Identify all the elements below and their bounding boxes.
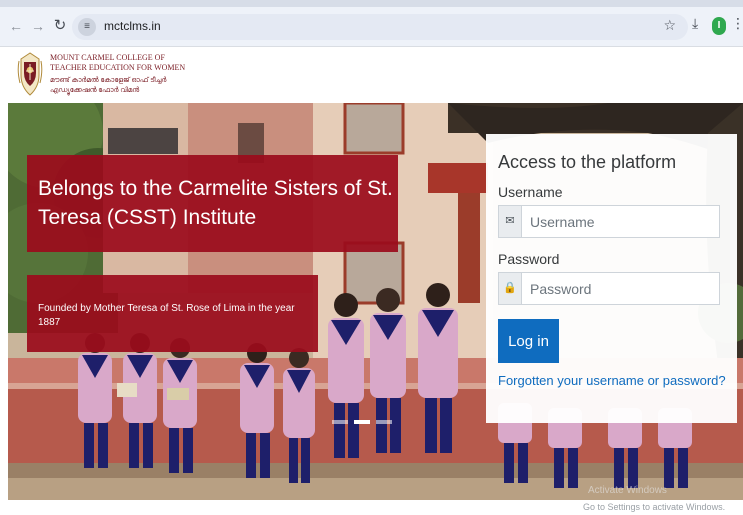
username-input-group: ✉ <box>498 205 720 238</box>
lock-icon: 🔒 <box>499 273 522 304</box>
password-input-group: 🔒 <box>498 272 720 305</box>
carousel-indicator-2[interactable] <box>354 420 370 424</box>
kebab-menu-icon[interactable]: ⋮ <box>731 15 743 32</box>
college-name-ml-line1: മൗണ്ട് കാർമൽ കോളേജ് ഓഫ് ടീച്ചർ <box>50 76 167 84</box>
college-name-ml-line2: എഡ്യൂക്കേഷൻ ഫോർ വിമൻ <box>50 86 140 94</box>
college-name-malayalam: മൗണ്ട് കാർമൽ കോളേജ് ഓഫ് ടീച്ചർ എഡ്യൂക്കേ… <box>50 75 166 95</box>
arrow-right-icon[interactable]: → <box>28 16 48 36</box>
hero-banner-title: Belongs to the Carmelite Sisters of St. … <box>27 155 398 252</box>
forgot-credentials-link[interactable]: Forgotten your username or password? <box>498 373 726 388</box>
activate-windows-note: Go to Settings to activate Windows. <box>583 502 726 512</box>
address-bar-url[interactable]: mctclms.in <box>104 19 161 33</box>
carousel-indicator-1[interactable] <box>332 420 348 424</box>
username-input[interactable] <box>522 206 719 237</box>
college-name-line2: TEACHER EDUCATION FOR WOMEN <box>50 63 186 72</box>
password-input[interactable] <box>522 273 719 304</box>
star-icon[interactable]: ☆ <box>663 17 676 34</box>
login-panel: Access to the platform Username ✉ Passwo… <box>486 134 737 423</box>
carousel-indicator-3[interactable] <box>376 420 392 424</box>
college-name-line1: MOUNT CARMEL COLLEGE OF <box>50 53 165 62</box>
profile-avatar[interactable]: I <box>712 17 726 35</box>
username-label: Username <box>498 184 563 200</box>
reload-icon[interactable]: ↻ <box>50 16 70 36</box>
college-name: MOUNT CARMEL COLLEGE OF TEACHER EDUCATIO… <box>50 53 185 73</box>
envelope-icon: ✉ <box>499 206 522 237</box>
browser-toolbar: ← → ↻ ≡ mctclms.in ☆ ⤓ I ⋮ <box>0 7 743 47</box>
hero-slideshow: Belongs to the Carmelite Sisters of St. … <box>8 103 743 500</box>
download-icon[interactable]: ⤓ <box>692 15 698 32</box>
site-header: MOUNT CARMEL COLLEGE OF TEACHER EDUCATIO… <box>8 48 743 103</box>
activate-windows-title: Activate Windows <box>588 485 667 496</box>
arrow-left-icon[interactable]: ← <box>6 16 26 36</box>
browser-tab-strip <box>0 0 743 7</box>
address-bar[interactable]: ≡ mctclms.in ☆ <box>72 14 688 40</box>
password-label: Password <box>498 251 560 267</box>
hero-banner-subtitle: Founded by Mother Teresa of St. Rose of … <box>27 275 318 352</box>
carousel-indicators <box>332 411 398 424</box>
tune-icon[interactable]: ≡ <box>78 18 96 36</box>
college-crest-icon[interactable] <box>17 51 43 99</box>
login-title: Access to the platform <box>498 152 677 172</box>
login-button[interactable]: Log in <box>498 319 559 363</box>
